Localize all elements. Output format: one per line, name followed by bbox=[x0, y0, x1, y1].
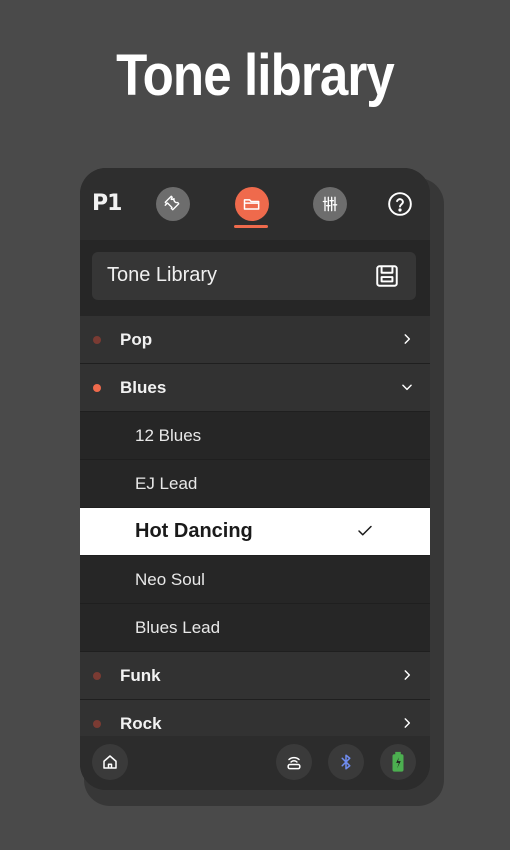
bluetooth-icon bbox=[341, 754, 351, 770]
tools-nav-button[interactable] bbox=[156, 187, 190, 221]
top-nav-bar: P1 bbox=[80, 168, 430, 240]
folder-icon bbox=[243, 199, 260, 210]
library-header: Tone Library bbox=[92, 252, 416, 300]
page-headline: Tone library bbox=[116, 43, 395, 108]
tone-label: 12 Blues bbox=[135, 426, 202, 445]
pedal-icon bbox=[287, 756, 301, 770]
bluetooth-button[interactable] bbox=[328, 744, 364, 780]
category-row-pop[interactable]: Pop bbox=[80, 316, 430, 364]
checkmark-icon bbox=[358, 525, 372, 536]
help-nav-button[interactable] bbox=[383, 187, 417, 221]
home-icon bbox=[103, 755, 117, 769]
active-tab-indicator bbox=[234, 225, 268, 228]
chevron-down-icon bbox=[402, 384, 412, 391]
home-button[interactable] bbox=[92, 744, 128, 780]
sliders-icon bbox=[322, 196, 338, 212]
category-label: Pop bbox=[120, 330, 153, 349]
chevron-right-icon bbox=[404, 334, 411, 344]
help-icon bbox=[388, 192, 412, 216]
phone-frame: P1 Tone Library Pop Blues 12 Blues EJ Le… bbox=[80, 168, 430, 790]
library-panel: Tone Library bbox=[80, 240, 430, 318]
tone-row[interactable]: 12 Blues bbox=[80, 412, 430, 460]
tone-label: Neo Soul bbox=[135, 570, 205, 589]
app-logo: P1 bbox=[92, 191, 122, 216]
tone-label: Hot Dancing bbox=[135, 520, 253, 542]
category-dot bbox=[93, 672, 101, 680]
category-label: Rock bbox=[120, 714, 162, 733]
tone-row-selected[interactable]: Hot Dancing bbox=[80, 508, 430, 556]
tone-row[interactable]: EJ Lead bbox=[80, 460, 430, 508]
battery-button[interactable] bbox=[380, 744, 416, 780]
tone-list: Pop Blues 12 Blues EJ Lead Hot Dancing N… bbox=[80, 316, 430, 748]
category-dot-active bbox=[93, 384, 101, 392]
save-icon[interactable] bbox=[374, 263, 400, 289]
library-title: Tone Library bbox=[107, 264, 218, 286]
tone-label: Blues Lead bbox=[135, 618, 221, 637]
tone-row[interactable]: Neo Soul bbox=[80, 556, 430, 604]
category-label: Blues bbox=[120, 378, 167, 397]
eq-nav-button[interactable] bbox=[313, 187, 347, 221]
category-row-blues[interactable]: Blues bbox=[80, 364, 430, 412]
tone-label: EJ Lead bbox=[135, 474, 198, 493]
category-dot bbox=[93, 720, 101, 728]
wrench-icon bbox=[164, 195, 180, 211]
category-label: Funk bbox=[120, 666, 161, 685]
category-row-funk[interactable]: Funk bbox=[80, 652, 430, 700]
battery-icon bbox=[392, 751, 404, 772]
bottom-bar bbox=[80, 736, 430, 790]
library-nav-button[interactable] bbox=[235, 187, 269, 221]
category-dot bbox=[93, 336, 101, 344]
tone-row[interactable]: Blues Lead bbox=[80, 604, 430, 652]
pedal-button[interactable] bbox=[276, 744, 312, 780]
chevron-right-icon bbox=[404, 718, 411, 728]
chevron-right-icon bbox=[404, 670, 411, 680]
